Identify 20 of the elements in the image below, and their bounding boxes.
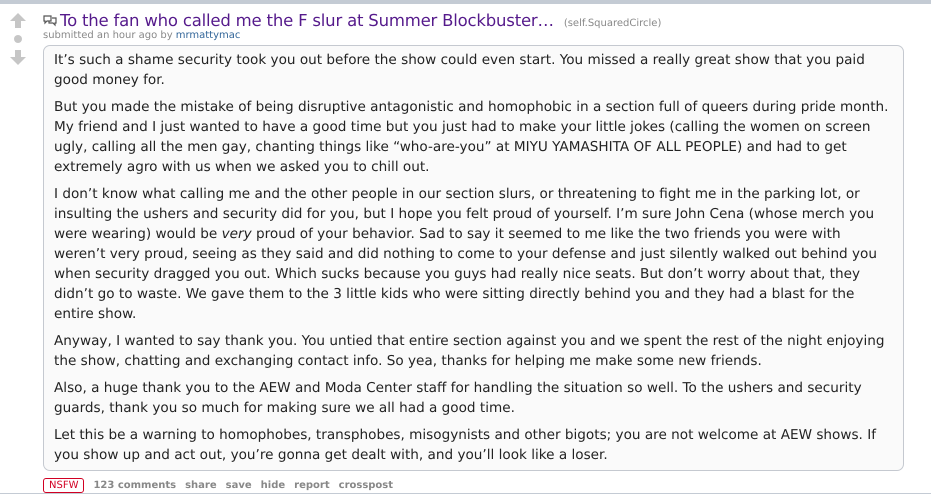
score-dot-icon bbox=[14, 35, 22, 43]
domain-link[interactable]: (self.SquaredCircle) bbox=[564, 18, 662, 29]
body-paragraph: I don’t know what calling me and the other people in our section slurs, or threatening to fight me in the parking lot, or insulting the ushers and security did for you, but I hope you felt proud of yourself. I’m sure John Cena (whose merch you were wearing) would be very proud of your behavior. Sad to say it seemed to me like the two friends you were with weren’t very proud, seeing as they said and did nothing to come to your defense and just silently walked out behind you when security dragged you out. Which sucks because you guys had really nice seats. But don’t worry about that, they didn’t go to waste. We gave them to the 3 little kids who were sitting directly behind you and they had a blast for the entire show. bbox=[54, 185, 878, 324]
action-link[interactable]: hide bbox=[260, 480, 286, 491]
downvote-icon[interactable] bbox=[10, 50, 26, 65]
body-paragraph: But you made the mistake of being disruptive antagonistic and homophobic in a section full of queers during pride month. My friend and I just wanted to have a good time but you just had to make your little jokes (calling the women on screen ugly, calling all the men gay, chanting things like “who-are-you” at MIYU YAMASHITA OF ALL PEOPLE) and had to get extremely agro with us when we asked you to chill out. bbox=[54, 98, 890, 177]
action-link[interactable]: 123 comments bbox=[93, 480, 176, 491]
action-link[interactable]: crosspost bbox=[338, 480, 394, 491]
post-title-link[interactable]: To the fan who called me the F slur at Summer Blockbuster… bbox=[60, 11, 554, 30]
upvote-icon[interactable] bbox=[10, 13, 26, 28]
body-paragraph: It’s such a shame security took you out before the show could even start. You missed a really great show that you paid good money for. bbox=[54, 51, 866, 90]
body-paragraph: Anyway, I wanted to say thank you. You untied that entire section against you and we spent the rest of the night enjoying the show, chatting and exchanging contact info. So yea, thanks for helping me make some new friends. bbox=[54, 332, 886, 371]
action-link[interactable]: report bbox=[294, 480, 330, 491]
chat-bubbles-icon bbox=[43, 14, 57, 26]
body-paragraph: Also, a huge thank you to the AEW and Moda Center staff for handling the situation so well. To the ushers and security guards, thank you so much for making sure we all had a good time. bbox=[54, 379, 863, 418]
author-link[interactable]: mrmattymac bbox=[176, 30, 240, 41]
submitted-time: submitted an hour ago by bbox=[43, 30, 173, 41]
body-paragraph: Let this be a warning to homophobes, transphobes, misogynists and other bigots; you are not welcome at AEW shows. If you show up and act out, you’re gonna get dealt with, and you’ll look like a loser. bbox=[54, 426, 878, 465]
action-link[interactable]: share bbox=[185, 480, 217, 491]
action-link[interactable]: save bbox=[226, 480, 252, 491]
